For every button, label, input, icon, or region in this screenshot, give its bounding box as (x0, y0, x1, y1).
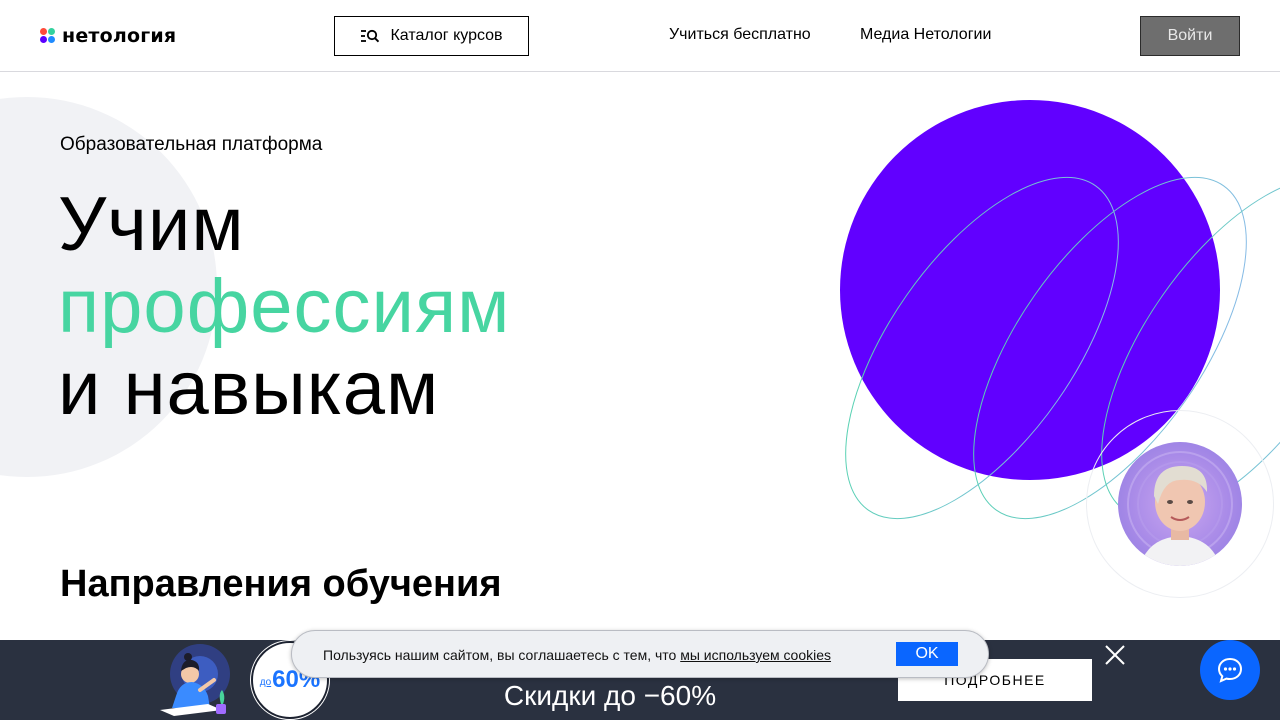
page: нетология Каталог курсов Учиться бесплат… (0, 0, 1280, 720)
catalog-search-icon (361, 29, 380, 43)
nav-learn-free[interactable]: Учиться бесплатно (669, 26, 811, 44)
headline-line-3: и навыкам (58, 346, 440, 431)
nav-media[interactable]: Медиа Нетологии (860, 26, 991, 44)
teacher-portrait-image (1127, 451, 1233, 566)
teacher-avatar (1118, 442, 1242, 566)
section-title-directions: Направления обучения (60, 563, 502, 605)
logo-dots-icon (40, 28, 56, 44)
cookie-message: Пользуясь нашим сайтом, вы соглашаетесь … (323, 647, 681, 663)
hero-subtitle: Образовательная платформа (60, 134, 323, 155)
logo-text: нетология (62, 25, 177, 47)
cookie-ok-button[interactable]: OK (896, 642, 958, 666)
cookie-policy-link[interactable]: мы используем cookies (680, 647, 831, 663)
hero-headline: Учим профессиям и навыкам (58, 184, 510, 430)
close-icon[interactable] (1104, 644, 1126, 666)
catalog-button-label: Каталог курсов (390, 27, 503, 44)
chat-icon (1217, 657, 1243, 683)
headline-line-2: профессиям (58, 264, 511, 349)
promo-illustration (160, 644, 230, 716)
discount-badge-prefix: до (259, 676, 272, 688)
site-header: нетология Каталог курсов Учиться бесплат… (0, 0, 1280, 72)
logo[interactable]: нетология (40, 24, 176, 48)
cookie-banner: Пользуясь нашим сайтом, вы соглашаетесь … (291, 630, 989, 678)
chat-button[interactable] (1200, 640, 1260, 700)
catalog-button[interactable]: Каталог курсов (334, 16, 529, 56)
login-button[interactable]: Войти (1140, 16, 1240, 56)
promo-title: Скидки до −60% (503, 680, 717, 711)
headline-line-1: Учим (58, 182, 245, 267)
cookie-text-block: Пользуясь нашим сайтом, вы соглашаетесь … (323, 647, 831, 663)
